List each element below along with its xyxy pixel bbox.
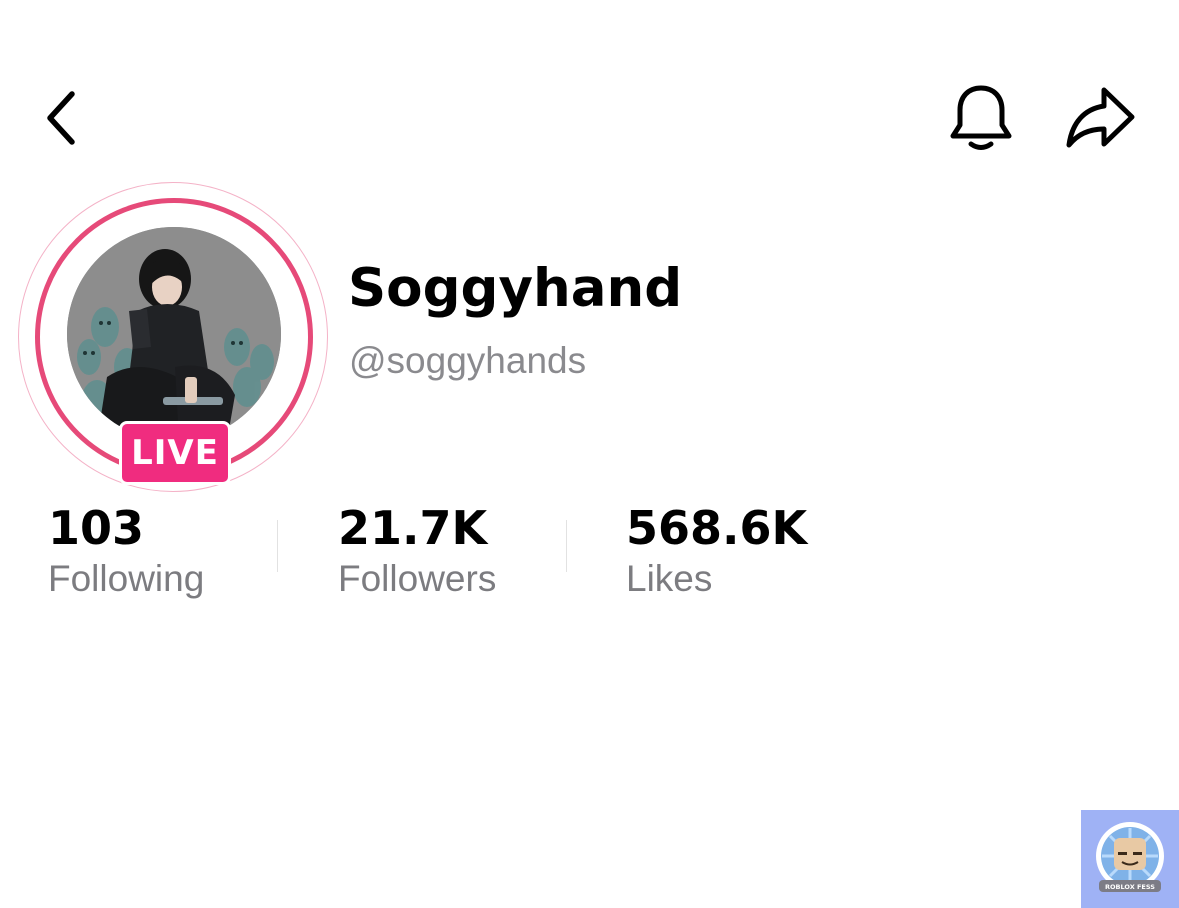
followers-label: Followers	[338, 558, 497, 599]
stat-divider	[566, 520, 567, 572]
username-handle: @soggyhands	[349, 340, 587, 381]
following-count: 103	[48, 501, 145, 555]
avatar-image	[67, 227, 281, 441]
back-button[interactable]	[30, 84, 94, 152]
display-name: Soggyhand	[348, 258, 683, 319]
following-label: Following	[48, 558, 205, 599]
roblox-fess-logo: ROBLOX FESS	[1081, 810, 1179, 908]
following-stat[interactable]: 103 Following	[48, 500, 204, 602]
profile-screen: LIVE Soggyhand @soggyhands 103 Following…	[0, 0, 1179, 908]
likes-stat[interactable]: 568.6K Likes	[626, 500, 807, 602]
followers-count: 21.7K	[338, 501, 488, 555]
live-badge: LIVE	[119, 421, 231, 485]
avatar	[67, 227, 281, 441]
watermark-logo: ROBLOX FESS	[1081, 810, 1179, 908]
watermark-text: ROBLOX FESS	[1105, 883, 1155, 891]
bell-icon	[950, 85, 1012, 150]
avatar-live-button[interactable]: LIVE	[18, 182, 328, 492]
followers-stat[interactable]: 21.7K Followers	[338, 500, 496, 602]
share-arrow-icon	[1066, 87, 1135, 148]
stat-divider	[277, 520, 278, 572]
chevron-left-icon	[47, 91, 75, 145]
likes-count: 568.6K	[626, 501, 808, 555]
likes-label: Likes	[626, 558, 713, 599]
share-button[interactable]	[1060, 80, 1140, 156]
notification-bell-button[interactable]	[944, 80, 1018, 156]
